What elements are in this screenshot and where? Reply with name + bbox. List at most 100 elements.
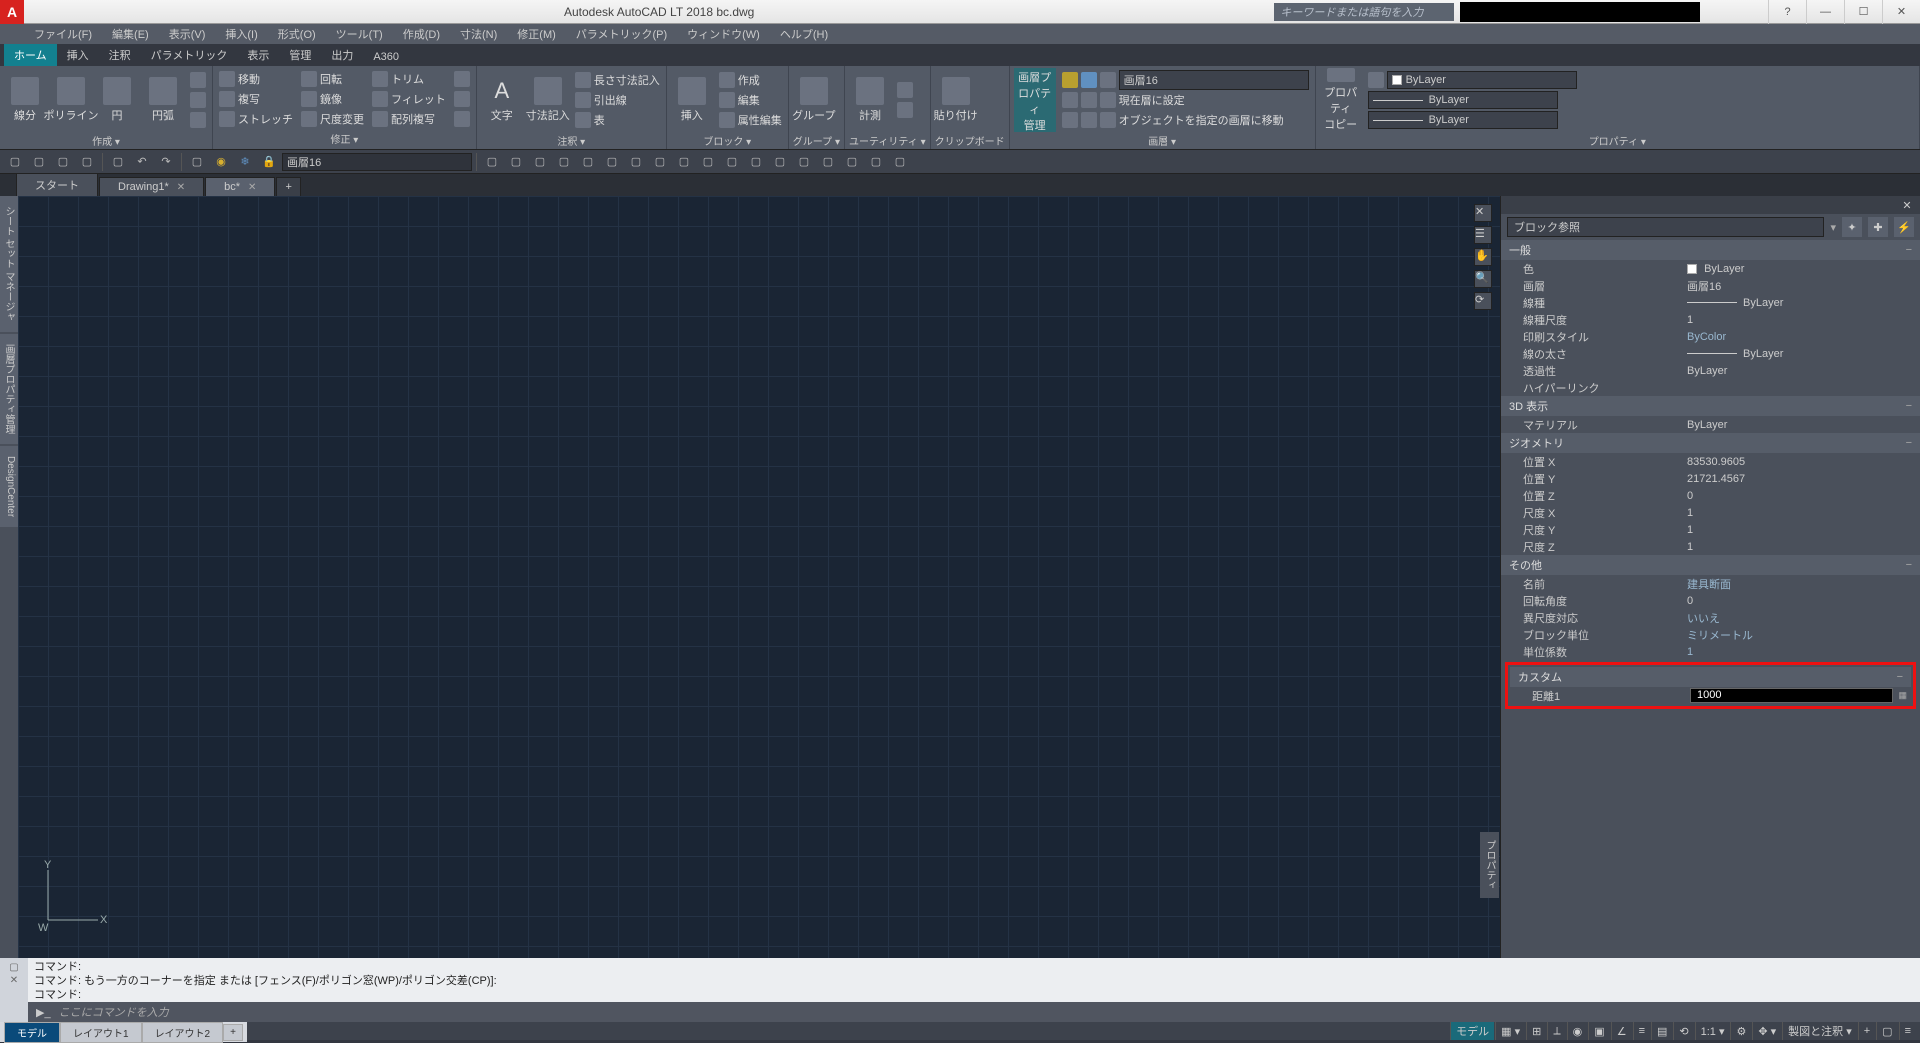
section-other[interactable]: その他− bbox=[1501, 555, 1920, 575]
status-workspace[interactable]: 製図と注釈 ▾ bbox=[1782, 1022, 1857, 1040]
copy-button[interactable]: 複写 bbox=[217, 90, 295, 109]
block-insert-button[interactable]: 挿入 bbox=[671, 68, 713, 132]
status-gear[interactable]: ⚙ bbox=[1730, 1022, 1751, 1040]
modify-extra-3[interactable] bbox=[452, 110, 472, 129]
scale-button[interactable]: 尺度変更 bbox=[299, 110, 366, 129]
status-scale[interactable]: 1:1 ▾ bbox=[1695, 1022, 1730, 1040]
ribbon-tab-home[interactable]: ホーム bbox=[4, 44, 57, 66]
palette-designcenter[interactable]: DesignCenter bbox=[0, 446, 18, 527]
prop-name[interactable]: 建具断面 bbox=[1681, 576, 1920, 592]
prop-pos-y[interactable]: 21721.4567 bbox=[1681, 473, 1920, 485]
file-tab-new[interactable]: + bbox=[276, 177, 300, 196]
qat-ex-10[interactable]: ▢ bbox=[697, 152, 719, 172]
status-trans[interactable]: ▤ bbox=[1651, 1022, 1672, 1040]
group-button[interactable]: グループ bbox=[793, 68, 835, 132]
quickselect-button[interactable]: ✦ bbox=[1842, 217, 1862, 237]
table-button[interactable]: 表 bbox=[573, 111, 662, 130]
qat-ex-9[interactable]: ▢ bbox=[673, 152, 695, 172]
status-max[interactable]: + bbox=[1858, 1022, 1875, 1040]
leader-button[interactable]: 引出線 bbox=[573, 91, 662, 110]
nav-close[interactable]: ✕ bbox=[1474, 204, 1492, 222]
layer-properties-button[interactable]: 画層プロパティ 管理 bbox=[1014, 68, 1056, 132]
properties-panel-label[interactable]: プロパティ bbox=[1480, 832, 1499, 898]
status-lweight[interactable]: ≡ bbox=[1633, 1022, 1650, 1040]
qat-ex-6[interactable]: ▢ bbox=[601, 152, 623, 172]
status-custom[interactable]: ≡ bbox=[1899, 1022, 1916, 1040]
layer-match[interactable]: オブジェクトを指定の画層に移動 bbox=[1060, 111, 1311, 130]
qat-ex-11[interactable]: ▢ bbox=[721, 152, 743, 172]
status-model[interactable]: モデル bbox=[1450, 1022, 1494, 1040]
arc-button[interactable]: 円弧 bbox=[142, 68, 184, 132]
qat-ex-15[interactable]: ▢ bbox=[817, 152, 839, 172]
fillet-button[interactable]: フィレット bbox=[370, 90, 448, 109]
prop-scale-x[interactable]: 1 bbox=[1681, 507, 1920, 519]
panel-draw-title[interactable]: 作成 ▾ bbox=[4, 132, 208, 149]
menu-tools[interactable]: ツール(T) bbox=[330, 24, 389, 44]
qat-save[interactable]: ▢ bbox=[52, 152, 74, 172]
file-tab-start[interactable]: スタート bbox=[16, 173, 98, 196]
section-geometry[interactable]: ジオメトリ− bbox=[1501, 433, 1920, 453]
cmd-expand-icon[interactable]: ✕ bbox=[10, 975, 18, 986]
qat-ex-16[interactable]: ▢ bbox=[841, 152, 863, 172]
qat-freeze-icon[interactable]: ❄ bbox=[234, 152, 256, 172]
block-edit-button[interactable]: 編集 bbox=[717, 91, 784, 110]
prop-transparency[interactable]: ByLayer bbox=[1681, 365, 1920, 377]
section-custom[interactable]: カスタム− bbox=[1510, 667, 1911, 687]
nav-pan[interactable]: ✋ bbox=[1474, 248, 1492, 266]
qat-layer-combo[interactable]: 画層16 bbox=[282, 153, 472, 171]
model-tab[interactable]: モデル bbox=[4, 1022, 60, 1043]
cmd-recent-icon[interactable]: ▢ bbox=[9, 962, 18, 973]
qat-redo[interactable]: ↷ bbox=[155, 152, 177, 172]
util-1[interactable] bbox=[895, 81, 915, 100]
file-tab-bc[interactable]: bc*✕ bbox=[205, 177, 275, 196]
ribbon-tab-annotate[interactable]: 注釈 bbox=[99, 44, 141, 66]
ribbon-tab-parametric[interactable]: パラメトリック bbox=[141, 44, 238, 66]
cmd-input[interactable]: ▶_ ここにコマンドを入力 bbox=[28, 1002, 1920, 1022]
close-tab-icon[interactable]: ✕ bbox=[248, 182, 256, 193]
palette-layermgr[interactable]: 画層プロパティ管理 bbox=[0, 334, 18, 444]
qat-ex-14[interactable]: ▢ bbox=[793, 152, 815, 172]
panel-block-title[interactable]: ブロック ▾ bbox=[671, 132, 784, 149]
nav-menu[interactable]: ☰ bbox=[1474, 226, 1492, 244]
panel-layers-title[interactable]: 画層 ▾ bbox=[1014, 132, 1311, 149]
pickadd-button[interactable]: ⚡ bbox=[1894, 217, 1914, 237]
help-button[interactable]: ? bbox=[1768, 0, 1806, 24]
layout1-tab[interactable]: レイアウト1 bbox=[60, 1022, 142, 1043]
prop-pos-x[interactable]: 83530.9605 bbox=[1681, 456, 1920, 468]
layer-toolbar-icons[interactable]: 画層16 bbox=[1060, 71, 1311, 90]
status-clean[interactable]: ▢ bbox=[1876, 1022, 1897, 1040]
drawing-canvas[interactable]: X Y W ✕ ☰ ✋ 🔍 ⟳ bbox=[18, 196, 1500, 958]
modify-extra-2[interactable] bbox=[452, 90, 472, 109]
qat-ex-3[interactable]: ▢ bbox=[529, 152, 551, 172]
layout-new-tab[interactable]: + bbox=[223, 1024, 243, 1041]
qat-ex-12[interactable]: ▢ bbox=[745, 152, 767, 172]
prop-annotative[interactable]: いいえ bbox=[1681, 610, 1920, 626]
ribbon-tab-insert[interactable]: 挿入 bbox=[57, 44, 99, 66]
prop-pos-z[interactable]: 0 bbox=[1681, 490, 1920, 502]
menu-insert[interactable]: 挿入(I) bbox=[219, 24, 263, 44]
minimize-button[interactable]: — bbox=[1806, 0, 1844, 24]
qat-lock-icon[interactable]: 🔒 bbox=[258, 152, 280, 172]
qat-layer-btn[interactable]: ▢ bbox=[186, 152, 208, 172]
paste-button[interactable]: 貼り付け bbox=[935, 68, 977, 132]
rotate-button[interactable]: 回転 bbox=[299, 70, 366, 89]
layout2-tab[interactable]: レイアウト2 bbox=[142, 1022, 224, 1043]
linear-dim-button[interactable]: 長さ寸法記入 bbox=[573, 71, 662, 90]
qat-ex-4[interactable]: ▢ bbox=[553, 152, 575, 172]
maximize-button[interactable]: ☐ bbox=[1844, 0, 1882, 24]
prop-color[interactable]: ByLayer bbox=[1681, 263, 1920, 275]
layer-combo[interactable]: 画層16 bbox=[1119, 70, 1309, 90]
palette-sheetset[interactable]: シート セット マネージャ bbox=[0, 196, 18, 332]
ltype-combo[interactable]: ByLayer bbox=[1368, 111, 1558, 129]
status-cycling[interactable]: ⟲ bbox=[1673, 1022, 1693, 1040]
array-button[interactable]: 配列複写 bbox=[370, 110, 448, 129]
menu-view[interactable]: 表示(V) bbox=[163, 24, 212, 44]
selection-combo[interactable]: ブロック参照 bbox=[1507, 217, 1824, 237]
polyline-button[interactable]: ポリライン bbox=[50, 68, 92, 132]
matchprop-button[interactable]: プロパティ コピー bbox=[1320, 68, 1362, 132]
color-combo[interactable]: ByLayer bbox=[1387, 71, 1577, 89]
block-attr-button[interactable]: 属性編集 bbox=[717, 111, 784, 130]
panel-properties-title[interactable]: プロパティ ▾ bbox=[1320, 132, 1915, 149]
status-osnap[interactable]: ▣ bbox=[1588, 1022, 1609, 1040]
qat-undo[interactable]: ↶ bbox=[131, 152, 153, 172]
